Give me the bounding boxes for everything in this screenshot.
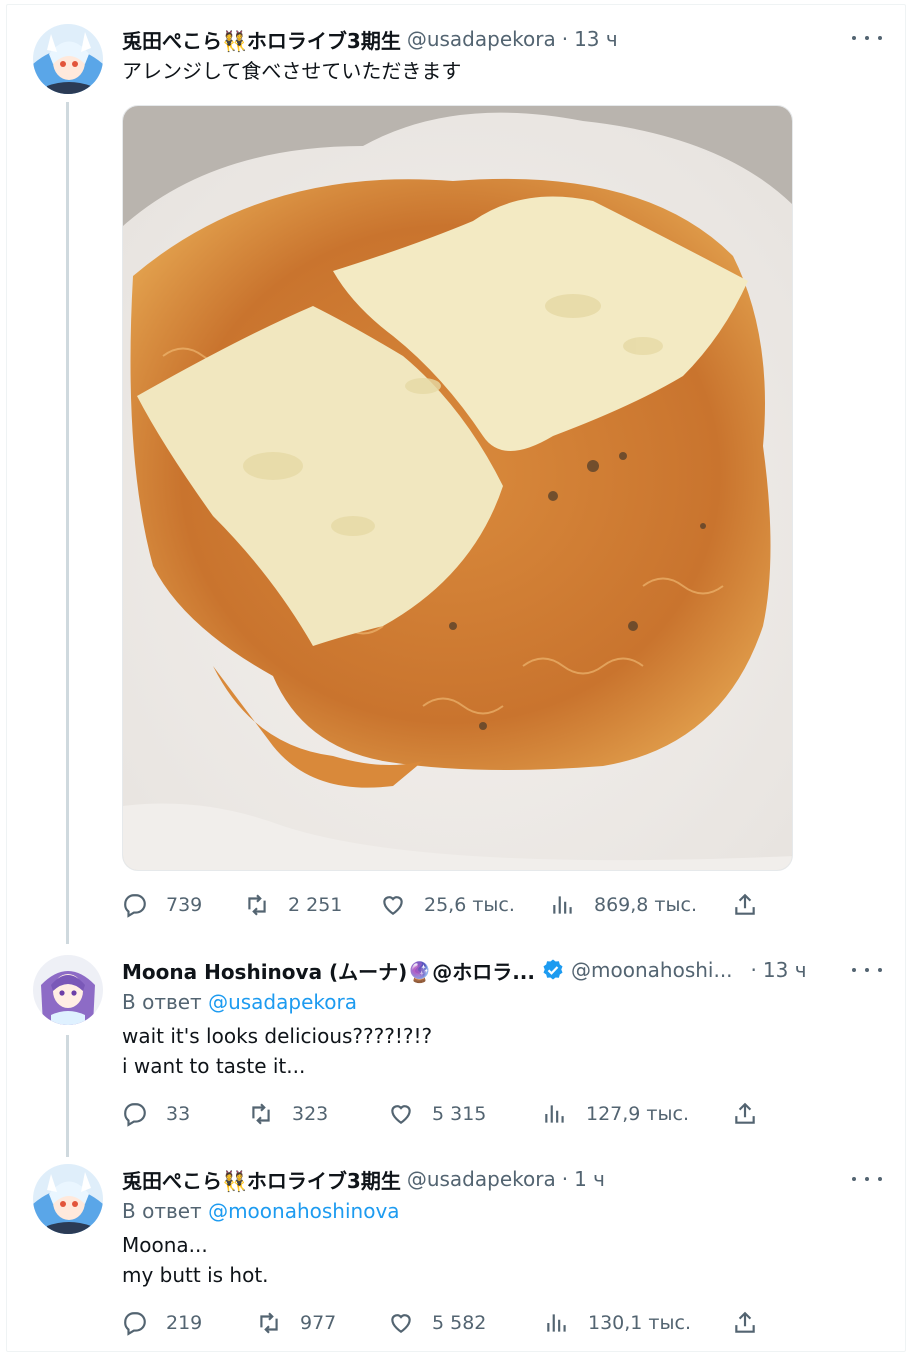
author-name[interactable]: Moona Hoshinova (ムーナ)🔮@ホロラ... <box>122 956 535 985</box>
views-count: 869,8 тыс. <box>594 894 697 916</box>
author-handle[interactable]: @usadapekora <box>407 1167 556 1191</box>
tweet-actions: 219 977 5 582 130,1 тыс. <box>122 1308 762 1338</box>
retweet-button[interactable]: 323 <box>248 1099 328 1129</box>
pekora-avatar-icon <box>33 1164 103 1234</box>
timestamp[interactable]: 13 ч <box>574 27 618 51</box>
pekora-avatar-icon <box>33 24 103 94</box>
tweet-text: アレンジして食べさせていただきます <box>122 59 462 83</box>
tweet-actions: 33 323 5 315 127,9 тыс. <box>122 1099 762 1129</box>
author-handle[interactable]: @moonahoshi... <box>571 958 733 982</box>
separator: · <box>561 27 569 51</box>
share-icon <box>735 1102 755 1124</box>
replying-mention[interactable]: @usadapekora <box>208 990 357 1014</box>
tweet[interactable]: 兎田ぺこら👯ホロライブ3期生 @usadapekora · 13 ч アレンジし… <box>0 0 919 940</box>
author-name[interactable]: 兎田ぺこら👯ホロライブ3期生 <box>122 1165 401 1194</box>
views-button[interactable]: 130,1 тыс. <box>544 1308 691 1338</box>
replying-mention[interactable]: @moonahoshinova <box>208 1199 399 1223</box>
retweet-count: 323 <box>292 1103 329 1125</box>
tweet-text: Moona... my butt is hot. <box>122 1233 269 1287</box>
more-icon[interactable] <box>852 1169 882 1189</box>
replying-to: В ответ @moonahoshinova <box>122 1199 400 1223</box>
share-icon <box>735 1311 755 1333</box>
retweet-button[interactable]: 977 <box>256 1308 336 1338</box>
tweet[interactable]: 兎田ぺこら👯ホロライブ3期生 @usadapekora · 1 ч В отве… <box>0 1150 919 1352</box>
more-icon[interactable] <box>852 960 882 980</box>
timestamp[interactable]: 1 ч <box>574 1167 605 1191</box>
reply-count: 33 <box>166 1103 191 1125</box>
tweet-actions: 739 2 251 25,6 тыс. 869,8 тыс. <box>122 890 762 920</box>
reply-count: 739 <box>166 894 203 916</box>
retweet-count: 2 251 <box>288 894 343 916</box>
separator: · <box>750 958 757 982</box>
views-count: 127,9 тыс. <box>586 1103 689 1125</box>
like-button[interactable]: 5 582 <box>388 1308 486 1338</box>
retweet-icon <box>252 1103 270 1125</box>
like-icon <box>391 1105 411 1124</box>
separator: · <box>561 1167 569 1191</box>
avatar[interactable] <box>33 955 103 1025</box>
views-button[interactable]: 869,8 тыс. <box>550 890 697 920</box>
retweet-count: 977 <box>300 1312 337 1334</box>
views-button[interactable]: 127,9 тыс. <box>542 1099 689 1129</box>
share-button[interactable] <box>732 890 758 920</box>
share-button[interactable] <box>732 1099 758 1129</box>
avatar[interactable] <box>33 24 103 94</box>
moona-avatar-icon <box>33 955 103 1025</box>
replying-prefix: В ответ <box>122 1199 202 1223</box>
like-icon <box>391 1314 411 1333</box>
author-name[interactable]: 兎田ぺこら👯ホロライブ3期生 <box>122 25 401 54</box>
retweet-icon <box>248 894 266 916</box>
reply-icon <box>124 1103 146 1127</box>
like-button[interactable]: 25,6 тыс. <box>380 890 515 920</box>
tweet[interactable]: Moona Hoshinova (ムーナ)🔮@ホロラ... @moonahosh… <box>0 940 919 1150</box>
replying-prefix: В ответ <box>122 990 202 1014</box>
replying-to: В ответ @usadapekora <box>122 990 357 1014</box>
tweet-photo[interactable] <box>122 105 793 871</box>
views-icon <box>553 896 572 914</box>
tweet-text: wait it's looks delicious????!?!? i want… <box>122 1024 433 1078</box>
reply-button[interactable]: 739 <box>122 890 202 920</box>
author-handle[interactable]: @usadapekora <box>407 27 556 51</box>
reply-button[interactable]: 33 <box>122 1099 190 1129</box>
reply-count: 219 <box>166 1312 203 1334</box>
avatar[interactable] <box>33 1164 103 1234</box>
like-count: 5 582 <box>432 1312 487 1334</box>
retweet-icon <box>260 1312 278 1334</box>
verified-badge-icon <box>541 958 565 982</box>
tweet-header: 兎田ぺこら👯ホロライブ3期生 @usadapekora · 13 ч <box>122 25 618 54</box>
like-count: 25,6 тыс. <box>424 894 515 916</box>
share-button[interactable] <box>732 1308 758 1338</box>
views-icon <box>545 1105 564 1123</box>
reply-icon <box>124 1312 146 1336</box>
reply-button[interactable]: 219 <box>122 1308 202 1338</box>
like-button[interactable]: 5 315 <box>388 1099 486 1129</box>
views-count: 130,1 тыс. <box>588 1312 691 1334</box>
share-icon <box>735 893 755 915</box>
timestamp[interactable]: 13 ч <box>763 958 807 982</box>
like-icon <box>383 896 403 915</box>
more-icon[interactable] <box>852 28 882 48</box>
reply-icon <box>124 894 146 918</box>
tweet-header: 兎田ぺこら👯ホロライブ3期生 @usadapekora · 1 ч <box>122 1165 605 1194</box>
retweet-button[interactable]: 2 251 <box>244 890 342 920</box>
views-icon <box>547 1314 566 1332</box>
food-photo-image <box>123 106 792 870</box>
tweet-header: Moona Hoshinova (ムーナ)🔮@ホロラ... @moonahosh… <box>122 956 807 985</box>
like-count: 5 315 <box>432 1103 487 1125</box>
